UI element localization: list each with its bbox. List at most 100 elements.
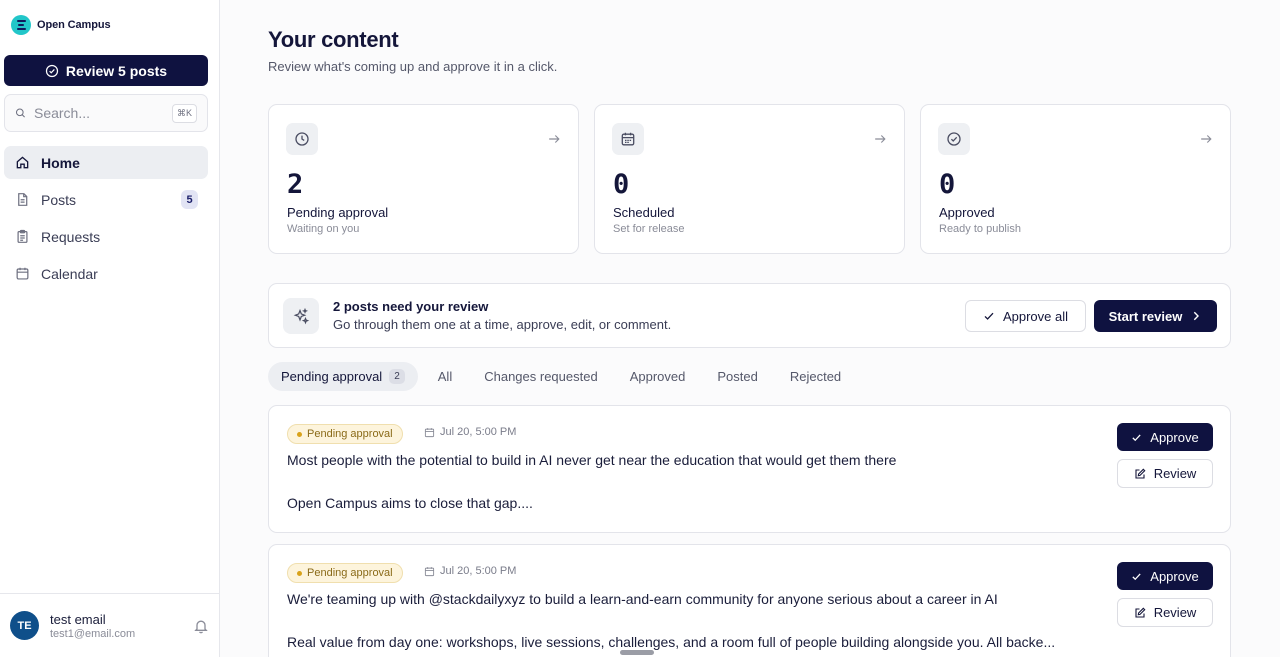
stat-value: 0 <box>613 169 630 200</box>
check-icon <box>984 312 994 320</box>
review-button[interactable]: Review <box>1117 598 1213 627</box>
approve-button[interactable]: Approve <box>1117 562 1213 590</box>
tab-all[interactable]: All <box>426 362 464 391</box>
avatar: TE <box>10 611 39 640</box>
status-label: Pending approval <box>307 428 393 440</box>
status-badge: Pending approval <box>287 563 403 583</box>
sidebar-item-label: Calendar <box>41 265 98 282</box>
tab-posted[interactable]: Posted <box>705 362 769 391</box>
tab-label: Posted <box>717 369 758 384</box>
check-circle-icon <box>45 64 59 77</box>
status-label: Pending approval <box>307 567 393 579</box>
scroll-handle[interactable] <box>620 650 654 655</box>
sidebar-item-home[interactable]: Home <box>4 146 208 179</box>
arrow-right-icon <box>875 135 886 143</box>
stat-value: 0 <box>939 169 956 200</box>
status-tabs: Pending approval 2 All Changes requested… <box>268 362 861 391</box>
status-dot <box>297 431 302 437</box>
approve-label: Approve <box>1150 429 1199 445</box>
review-button[interactable]: Review <box>1117 459 1213 488</box>
brand-name: Open Campus <box>37 19 111 31</box>
calendar-icon <box>424 427 435 437</box>
brand[interactable]: Open Campus <box>11 15 111 35</box>
check-circle-icon <box>947 132 961 146</box>
main-content: Your content Review what's coming up and… <box>220 0 1280 657</box>
home-icon <box>16 156 29 169</box>
page-subtitle: Review what's coming up and approve it i… <box>268 59 558 74</box>
search-shortcut: ⌘K <box>171 103 197 123</box>
review-posts-button[interactable]: Review 5 posts <box>4 55 208 86</box>
stat-icon-box <box>938 123 970 155</box>
calendar-icon <box>621 132 635 146</box>
sidebar-item-requests[interactable]: Requests <box>4 220 208 253</box>
approve-all-label: Approve all <box>1002 308 1069 324</box>
approve-all-button[interactable]: Approve all <box>965 300 1086 332</box>
user-name: test email <box>50 611 106 627</box>
search-box[interactable]: ⌘K <box>4 94 208 132</box>
sidebar-item-label: Home <box>41 154 80 171</box>
clock-icon <box>295 132 309 146</box>
start-review-button[interactable]: Start review <box>1094 300 1217 332</box>
review-label: Review <box>1153 605 1197 620</box>
stat-card-pending[interactable]: 2 Pending approval Waiting on you <box>268 104 579 254</box>
sidebar-item-label: Posts <box>41 191 77 208</box>
user-email: test1@email.com <box>50 627 136 640</box>
approve-label: Approve <box>1150 568 1199 584</box>
post-text-line: Most people with the potential to build … <box>287 452 897 468</box>
stat-sublabel: Set for release <box>613 223 685 235</box>
post-text-line: Open Campus aims to close that gap.... <box>287 495 533 511</box>
calendar-icon <box>424 566 435 576</box>
review-banner: 2 posts need your review Go through them… <box>268 283 1231 348</box>
review-label: Review <box>1153 466 1197 481</box>
tab-pending-approval[interactable]: Pending approval 2 <box>268 362 418 391</box>
status-dot <box>297 570 302 576</box>
banner-subtitle: Go through them one at a time, approve, … <box>333 317 672 332</box>
tab-label: Approved <box>629 369 686 384</box>
stat-sublabel: Ready to publish <box>939 223 1021 235</box>
check-icon <box>1132 433 1141 441</box>
arrow-right-icon <box>549 135 560 143</box>
stat-label: Scheduled <box>613 205 675 220</box>
review-posts-label: Review 5 posts <box>65 62 168 79</box>
open-campus-logo-icon <box>11 15 31 35</box>
search-icon <box>15 108 25 118</box>
post-date: Jul 20, 5:00 PM <box>424 565 516 577</box>
posts-count-badge: 5 <box>181 190 198 209</box>
edit-icon <box>1135 607 1146 618</box>
status-badge: Pending approval <box>287 424 403 444</box>
sidebar-item-posts[interactable]: Posts 5 <box>4 183 208 216</box>
post-card[interactable]: Pending approval Jul 20, 5:00 PM Most pe… <box>268 405 1231 533</box>
document-icon <box>18 193 28 206</box>
stat-label: Pending approval <box>287 205 389 220</box>
start-review-label: Start review <box>1108 308 1183 324</box>
post-date: Jul 20, 5:00 PM <box>424 426 516 438</box>
stat-card-scheduled[interactable]: 0 Scheduled Set for release <box>594 104 905 254</box>
stat-value: 2 <box>287 169 304 200</box>
stat-label: Approved <box>939 205 995 220</box>
stat-icon-box <box>612 123 644 155</box>
tab-changes-requested[interactable]: Changes requested <box>472 362 609 391</box>
stat-icon-box <box>286 123 318 155</box>
stat-card-approved[interactable]: 0 Approved Ready to publish <box>920 104 1231 254</box>
tab-label: Changes requested <box>484 369 598 384</box>
post-date-text: Jul 20, 5:00 PM <box>440 565 517 577</box>
search-input[interactable] <box>33 105 164 121</box>
sidebar: Open Campus Review 5 posts ⌘K Home Posts… <box>0 0 220 657</box>
approve-button[interactable]: Approve <box>1117 423 1213 451</box>
tab-rejected[interactable]: Rejected <box>778 362 853 391</box>
user-profile[interactable]: TE test email test1@email.com <box>0 593 219 657</box>
post-date-text: Jul 20, 5:00 PM <box>440 426 517 438</box>
clipboard-icon <box>17 229 28 243</box>
edit-icon <box>1135 468 1146 479</box>
sidebar-item-calendar[interactable]: Calendar <box>4 257 208 290</box>
banner-title: 2 posts need your review <box>333 299 489 314</box>
sidebar-nav: Home Posts 5 Requests Calendar <box>4 146 208 294</box>
sidebar-item-label: Requests <box>41 228 101 245</box>
tab-approved[interactable]: Approved <box>618 362 698 391</box>
post-card[interactable]: Pending approval Jul 20, 5:00 PM We're t… <box>268 544 1231 657</box>
bell-icon[interactable] <box>193 618 209 634</box>
chevron-right-icon <box>1194 311 1200 321</box>
tab-count-badge: 2 <box>389 369 405 384</box>
stat-sublabel: Waiting on you <box>287 223 360 235</box>
calendar-icon <box>16 267 29 280</box>
